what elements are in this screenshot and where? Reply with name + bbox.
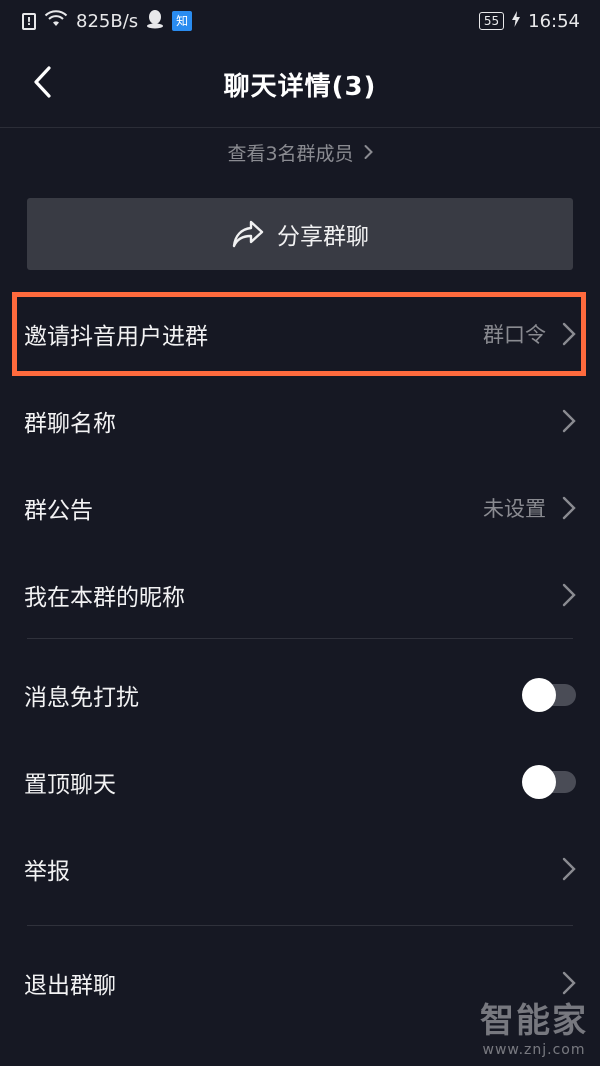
report-row[interactable]: 举报: [0, 826, 600, 912]
network-speed: 825B/s: [76, 10, 139, 32]
share-group-button[interactable]: 分享群聊: [27, 198, 573, 270]
status-bar-left: ! 825B/s 知: [22, 9, 193, 34]
invite-users-row[interactable]: 邀请抖音用户进群 群口令: [0, 291, 600, 377]
chevron-right-icon: [562, 322, 576, 346]
invite-users-label: 邀请抖音用户进群: [24, 324, 208, 350]
watermark-main: 智能家: [480, 1001, 588, 1041]
mute-notifications-label: 消息免打扰: [24, 685, 139, 711]
chevron-right-icon: [562, 583, 576, 607]
wifi-icon: [44, 9, 68, 33]
chevron-right-icon: [364, 145, 373, 159]
status-bar: ! 825B/s 知 55 16:54: [0, 0, 600, 42]
report-label: 举报: [24, 859, 70, 885]
battery-icon: 55: [478, 12, 505, 30]
divider: [27, 638, 573, 639]
group-announcement-value: 未设置: [483, 497, 546, 521]
chevron-right-icon: [562, 496, 576, 520]
my-nickname-row[interactable]: 我在本群的昵称: [0, 552, 600, 638]
header: 聊天详情(3): [0, 42, 600, 128]
group-name-label: 群聊名称: [24, 411, 116, 437]
mute-notifications-row: 消息免打扰: [0, 652, 600, 738]
page-title: 聊天详情(3): [223, 72, 377, 102]
charging-icon: [512, 10, 521, 32]
pin-chat-label: 置顶聊天: [24, 772, 116, 798]
mute-notifications-toggle[interactable]: [522, 678, 576, 712]
chevron-right-icon: [562, 409, 576, 433]
group-announcement-label: 群公告: [24, 498, 93, 524]
divider: [27, 925, 573, 926]
alert-icon: !: [22, 12, 36, 30]
watermark: 智能家 www.znj.com: [480, 993, 588, 1058]
zhihu-icon: 知: [172, 11, 193, 31]
qq-icon: [146, 9, 164, 34]
clock: 16:54: [528, 10, 580, 32]
my-nickname-label: 我在本群的昵称: [24, 585, 185, 611]
watermark-sub: www.znj.com: [482, 1042, 586, 1058]
share-icon: [232, 220, 264, 248]
pin-chat-row: 置顶聊天: [0, 739, 600, 825]
pin-chat-toggle[interactable]: [522, 765, 576, 799]
group-announcement-row[interactable]: 群公告 未设置: [0, 465, 600, 551]
toggle-knob: [522, 765, 556, 799]
group-name-row[interactable]: 群聊名称: [0, 378, 600, 464]
toggle-knob: [522, 678, 556, 712]
share-group-label: 分享群聊: [277, 224, 369, 250]
chevron-right-icon: [562, 857, 576, 881]
invite-users-value: 群口令: [483, 323, 546, 347]
view-members-link[interactable]: 查看3名群成员: [0, 136, 600, 168]
view-members-label: 查看3名群成员: [227, 142, 354, 165]
status-bar-right: 55 16:54: [478, 10, 580, 32]
chevron-right-icon: [562, 971, 576, 995]
